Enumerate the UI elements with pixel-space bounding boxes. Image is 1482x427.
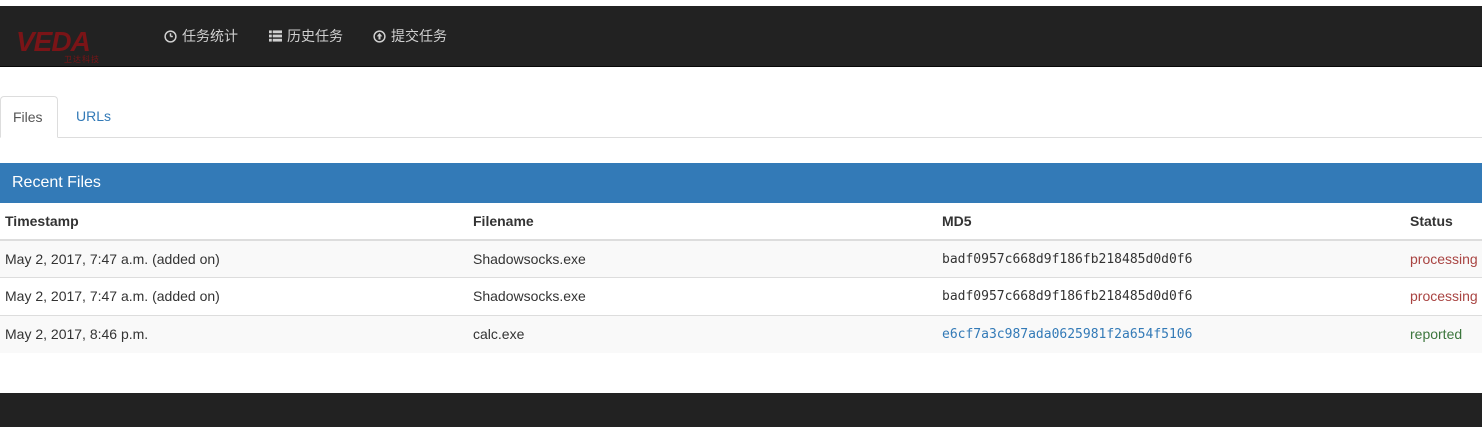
- md5-cell: badf0957c668d9f186fb218485d0d0f6: [937, 239, 1405, 278]
- status-cell: processing: [1405, 239, 1482, 278]
- footer: [0, 393, 1482, 427]
- timestamp-cell: May 2, 2017, 7:47 a.m. (added on): [0, 239, 468, 278]
- status-cell: reported: [1405, 314, 1482, 353]
- tab-files[interactable]: Files: [0, 96, 58, 138]
- list-icon: [269, 30, 282, 42]
- column-header-md5: MD5: [937, 203, 1405, 241]
- md5-cell: badf0957c668d9f186fb218485d0d0f6: [937, 277, 1405, 315]
- filename-cell: calc.exe: [468, 314, 937, 353]
- filename-cell: Shadowsocks.exe: [468, 277, 937, 315]
- panel-title: Recent Files: [0, 163, 1482, 203]
- column-header-filename: Filename: [468, 203, 937, 241]
- upload-circle-icon: [373, 29, 386, 43]
- filename-cell: Shadowsocks.exe: [468, 239, 937, 278]
- status-cell: processing: [1405, 277, 1482, 315]
- timestamp-cell: May 2, 2017, 7:47 a.m. (added on): [0, 277, 468, 315]
- brand-logo[interactable]: VEDA 卫达科技: [14, 28, 110, 68]
- nav-item-task-history[interactable]: 历史任务: [269, 26, 343, 46]
- nav-item-submit-task[interactable]: 提交任务: [373, 26, 447, 46]
- nav-item-label: 任务统计: [182, 28, 238, 44]
- column-header-status: Status: [1405, 203, 1482, 241]
- nav-item-label: 提交任务: [391, 28, 447, 44]
- tab-urls[interactable]: URLs: [64, 96, 123, 138]
- brand-logo-subtext: 卫达科技: [64, 55, 100, 64]
- table-header-row: Timestamp Filename MD5 Status: [0, 203, 1482, 241]
- brand-logo-text: VEDA: [16, 26, 91, 57]
- table-row[interactable]: May 2, 2017, 7:47 a.m. (added on) Shadow…: [0, 239, 1482, 278]
- tab-bar: Files URLs: [0, 96, 1482, 138]
- dashboard-icon: [164, 29, 177, 43]
- recent-files-table: Timestamp Filename MD5 Status May 2, 201…: [0, 203, 1482, 353]
- column-header-timestamp: Timestamp: [0, 203, 468, 241]
- md5-report-link[interactable]: e6cf7a3c987ada0625981f2a654f5106: [942, 327, 1192, 342]
- nav-item-task-stats[interactable]: 任务统计: [164, 26, 238, 46]
- recent-files-panel: Recent Files Timestamp Filename MD5 Stat…: [0, 163, 1482, 353]
- timestamp-cell: May 2, 2017, 8:46 p.m.: [0, 314, 468, 353]
- navbar: VEDA 卫达科技 任务统计 历史任务 提交任务: [0, 6, 1482, 67]
- table-row[interactable]: May 2, 2017, 7:47 a.m. (added on) Shadow…: [0, 277, 1482, 315]
- nav-item-label: 历史任务: [287, 28, 343, 44]
- table-row[interactable]: May 2, 2017, 8:46 p.m. calc.exe e6cf7a3c…: [0, 314, 1482, 353]
- md5-cell: e6cf7a3c987ada0625981f2a654f5106: [937, 314, 1405, 353]
